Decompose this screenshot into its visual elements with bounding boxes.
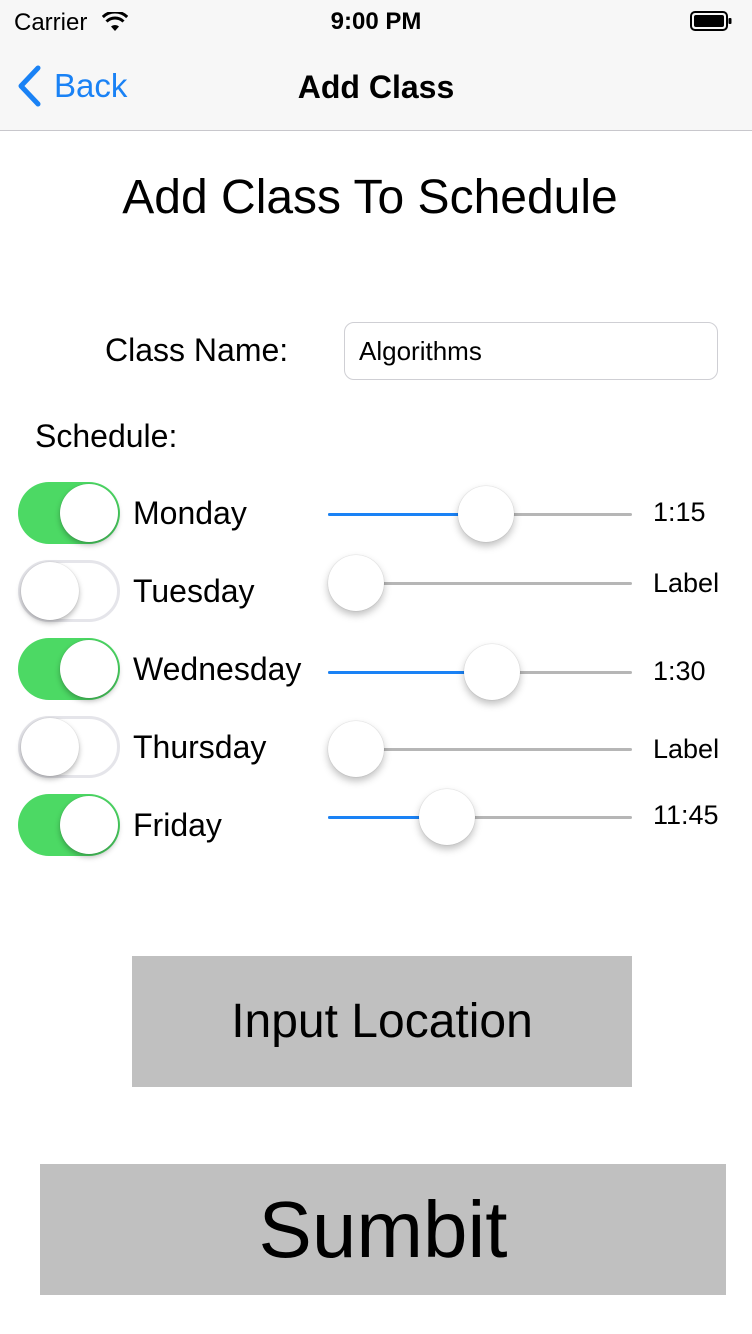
slider-thumb[interactable] <box>458 486 515 542</box>
wednesday-toggle[interactable] <box>18 638 120 700</box>
input-location-label: Input Location <box>231 995 533 1048</box>
slider-thumb[interactable] <box>328 721 384 777</box>
toggle-knob <box>60 484 118 542</box>
submit-label: Sumbit <box>258 1184 508 1274</box>
time-label-wednesday: 1:30 <box>653 656 706 686</box>
class-name-input[interactable] <box>344 322 718 380</box>
input-location-button[interactable]: Input Location <box>132 956 632 1087</box>
class-name-label: Class Name: <box>105 332 289 368</box>
time-label-friday: 11:45 <box>653 800 719 830</box>
submit-button[interactable]: Sumbit <box>40 1164 726 1295</box>
day-label-wednesday: Wednesday <box>133 651 302 687</box>
slider-thumb[interactable] <box>328 555 384 611</box>
friday-time-slider[interactable] <box>328 787 632 847</box>
toggle-knob <box>60 796 118 854</box>
day-label-tuesday: Tuesday <box>133 573 255 609</box>
toggle-knob <box>60 640 118 698</box>
day-label-monday: Monday <box>133 495 247 531</box>
day-label-thursday: Thursday <box>133 729 267 765</box>
nav-title: Add Class <box>297 69 455 105</box>
day-label-friday: Friday <box>133 807 222 843</box>
wednesday-time-slider[interactable] <box>328 642 632 702</box>
thursday-toggle[interactable] <box>18 716 120 778</box>
slider-thumb[interactable] <box>464 644 521 700</box>
thursday-time-slider[interactable] <box>328 719 632 779</box>
page-title: Add Class To Schedule <box>122 171 618 224</box>
status-time: 9:00 PM <box>330 8 422 35</box>
schedule-label: Schedule: <box>35 418 178 454</box>
time-label-tuesday: Label <box>653 568 720 598</box>
monday-time-slider[interactable] <box>328 484 632 544</box>
slider-thumb[interactable] <box>418 789 475 845</box>
toggle-knob <box>21 562 79 620</box>
friday-toggle[interactable] <box>18 794 120 856</box>
tuesday-time-slider[interactable] <box>328 553 632 613</box>
toggle-knob <box>21 718 79 776</box>
tuesday-toggle[interactable] <box>18 560 120 622</box>
status-bar: Carrier 9:00 PM <box>0 0 752 44</box>
navigation-bar: Back Add Class <box>0 44 752 131</box>
battery-icon <box>690 11 732 31</box>
monday-toggle[interactable] <box>18 482 120 544</box>
time-label-thursday: Label <box>653 734 720 764</box>
time-label-monday: 1:15 <box>653 497 706 527</box>
